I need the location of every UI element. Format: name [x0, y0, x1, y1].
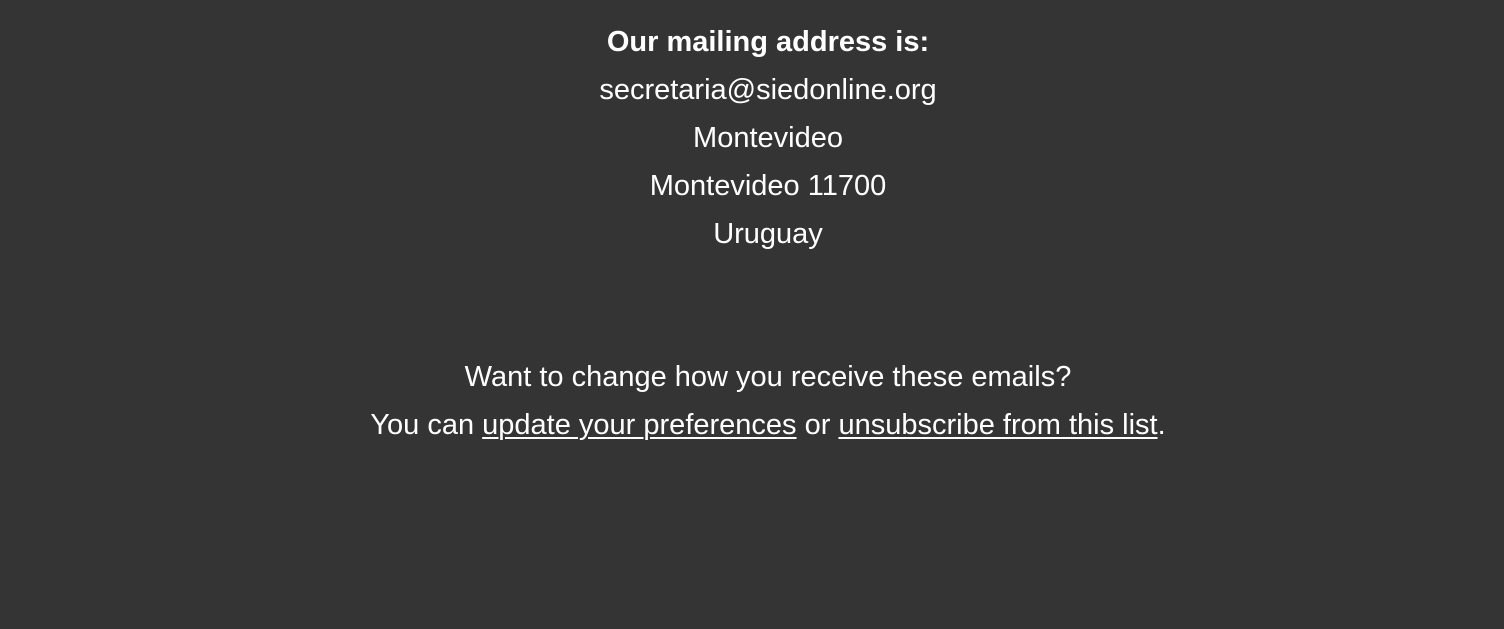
mailing-address-city-postal: Montevideo 11700 [649, 170, 887, 202]
preferences-middle: or [796, 409, 839, 441]
mailing-address-block: Our mailing address is: secretaria@siedo… [0, 18, 1504, 258]
preferences-suffix: . [1157, 409, 1166, 441]
preferences-prefix: You can [370, 409, 483, 441]
email-footer: Our mailing address is: secretaria@siedo… [0, 0, 1504, 629]
mailing-address-city: Montevideo [693, 122, 843, 154]
preferences-block: Want to change how you receive these ema… [0, 353, 1504, 449]
preferences-question: Want to change how you receive these ema… [464, 361, 1072, 393]
update-preferences-link[interactable]: update your preferences [482, 409, 796, 441]
mailing-address-country: Uruguay [713, 218, 823, 250]
mailing-address-email: secretaria@siedonline.org [599, 74, 937, 106]
unsubscribe-link[interactable]: unsubscribe from this list [838, 409, 1157, 441]
preferences-sentence: You can update your preferences or unsub… [0, 401, 1504, 449]
mailing-address-heading: Our mailing address is: [606, 26, 930, 58]
